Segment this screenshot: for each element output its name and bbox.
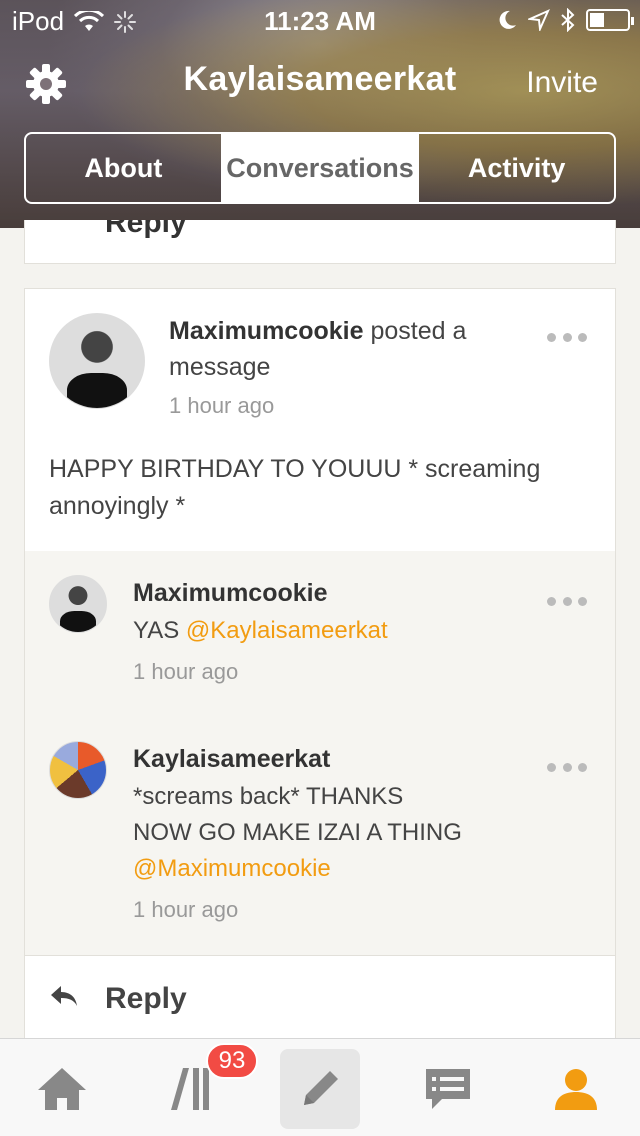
more-options-icon[interactable] (547, 595, 587, 607)
reply-label: Reply (105, 982, 187, 1015)
battery-icon (586, 9, 634, 31)
status-bar: iPod 11:23 AM (0, 0, 640, 40)
tab-home[interactable] (22, 1049, 102, 1129)
profile-icon (555, 1069, 597, 1110)
avatar[interactable] (49, 741, 107, 799)
messages-icon (426, 1069, 470, 1109)
reply-timestamp: 1 hour ago (133, 659, 239, 684)
reply-author[interactable]: Maximumcookie (133, 579, 328, 608)
tab-compose[interactable] (280, 1049, 360, 1129)
reply-text-line: NOW GO MAKE IZAI A THING (133, 819, 462, 846)
post-author[interactable]: Maximumcookie (169, 317, 364, 345)
reply-arrow-icon (51, 986, 77, 1006)
post-header: Maximumcookie posted a message (169, 313, 539, 385)
nav-bar: Kaylaisameerkat Invite (0, 48, 640, 118)
avatar[interactable] (49, 313, 145, 409)
profile-header: iPod 11:23 AM Kaylaisameerkat Invite Abo… (0, 0, 640, 228)
reply-author[interactable]: Kaylaisameerkat (133, 745, 330, 774)
previous-conversation-card: Reply (24, 220, 616, 264)
bottom-tab-bar: 93 (0, 1038, 640, 1136)
tab-conversations[interactable]: Conversations (220, 134, 418, 202)
post-timestamp: 1 hour ago (169, 393, 275, 418)
tab-activity[interactable]: Activity (417, 134, 614, 202)
mention-link[interactable]: @Kaylaisameerkat (186, 617, 388, 644)
previous-reply-button[interactable]: Reply (105, 220, 187, 240)
moon-icon (499, 10, 516, 29)
notification-badge: 93 (206, 1043, 258, 1079)
compose-icon (304, 1071, 338, 1105)
reply-text: *screams back* THANKS NOW GO MAKE IZAI A… (133, 779, 553, 887)
reply-text-content: YAS (133, 617, 186, 644)
library-icon (171, 1068, 209, 1110)
tab-messages[interactable] (408, 1049, 488, 1129)
location-arrow-icon (528, 9, 550, 31)
reply-button[interactable]: Reply (25, 955, 615, 1047)
tab-profile[interactable] (536, 1049, 616, 1129)
reply-text: YAS @Kaylaisameerkat (133, 613, 553, 649)
tab-about[interactable]: About (26, 134, 221, 202)
home-icon (38, 1068, 86, 1110)
bluetooth-icon (561, 8, 575, 32)
avatar[interactable] (49, 575, 107, 633)
invite-button[interactable]: Invite (526, 66, 598, 100)
reply-text-line: *screams back* THANKS (133, 783, 404, 810)
mention-link[interactable]: @Maximumcookie (133, 851, 553, 887)
conversation-card: Maximumcookie posted a message 1 hour ag… (24, 288, 616, 1048)
more-options-icon[interactable] (547, 761, 587, 773)
post-body: HAPPY BIRTHDAY TO YOUUU * screaming anno… (49, 455, 541, 520)
reply-timestamp: 1 hour ago (133, 897, 239, 922)
replies-list: Maximumcookie YAS @Kaylaisameerkat 1 hou… (25, 551, 615, 955)
profile-tabs: About Conversations Activity (24, 132, 616, 204)
more-options-icon[interactable] (547, 331, 587, 343)
